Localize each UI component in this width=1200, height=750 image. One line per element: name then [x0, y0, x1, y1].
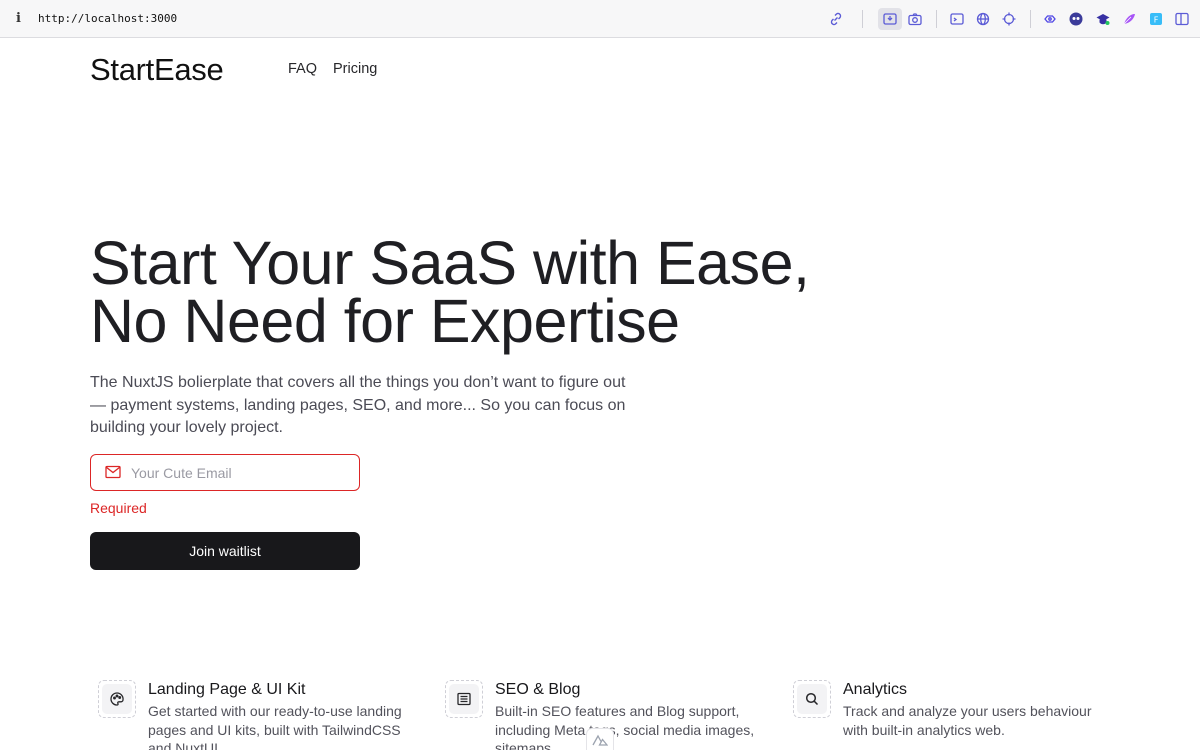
globe-icon[interactable] [973, 9, 993, 29]
toolbar-divider [862, 10, 863, 28]
sidebar-toggle-icon[interactable] [1172, 9, 1192, 29]
feature-title: SEO & Blog [495, 681, 581, 698]
info-icon[interactable]: i [16, 11, 21, 26]
hero-title-line2: No Need for Expertise [90, 287, 680, 355]
palette-icon [110, 692, 124, 706]
nuxt-logo-icon [592, 734, 608, 746]
feature-icon-box [793, 680, 831, 718]
nuxt-devtools-button[interactable] [586, 728, 614, 750]
feature-description: Track and analyze your users behaviour w… [843, 703, 1092, 738]
figma-plugin-icon[interactable]: F [1146, 9, 1166, 29]
svg-text:F: F [1154, 16, 1159, 25]
feature-title: Landing Page & UI Kit [148, 681, 306, 698]
feature-description: Built-in SEO features and Blog support, … [495, 703, 755, 750]
face-extension-icon[interactable] [1066, 9, 1086, 29]
email-field-wrapper [90, 454, 360, 491]
email-error-message: Required [90, 500, 147, 516]
graduation-cap-icon[interactable] [1093, 9, 1113, 29]
toolbar-divider [936, 10, 937, 28]
extensions-icon[interactable] [1040, 9, 1060, 29]
hero-title: Start Your SaaS with Ease, No Need for E… [90, 233, 810, 352]
hero-description: The NuxtJS bolierplate that covers all t… [90, 374, 626, 436]
link-icon[interactable] [826, 9, 846, 29]
newspaper-icon [457, 692, 471, 706]
camera-icon[interactable] [905, 9, 925, 29]
join-waitlist-button[interactable]: Join waitlist [90, 532, 360, 570]
search-icon [805, 692, 819, 706]
email-input[interactable] [131, 456, 353, 489]
nav-link-faq[interactable]: FAQ [288, 61, 317, 77]
terminal-icon[interactable] [947, 9, 967, 29]
site-logo[interactable]: StartEase [90, 52, 224, 88]
mail-icon [105, 465, 121, 479]
feature-description: Get started with our ready-to-use landin… [148, 703, 402, 750]
feature-icon-box [445, 680, 483, 718]
feather-icon[interactable] [1119, 9, 1139, 29]
feature-icon-box [98, 680, 136, 718]
nav-link-pricing[interactable]: Pricing [333, 61, 377, 77]
crosshair-icon[interactable] [999, 9, 1019, 29]
feature-title: Analytics [843, 681, 908, 698]
screenshot-area-icon[interactable] [878, 8, 902, 30]
browser-toolbar: i http://localhost:3000 F [0, 0, 1200, 38]
address-bar[interactable]: http://localhost:3000 [38, 12, 177, 25]
toolbar-divider [1030, 10, 1031, 28]
